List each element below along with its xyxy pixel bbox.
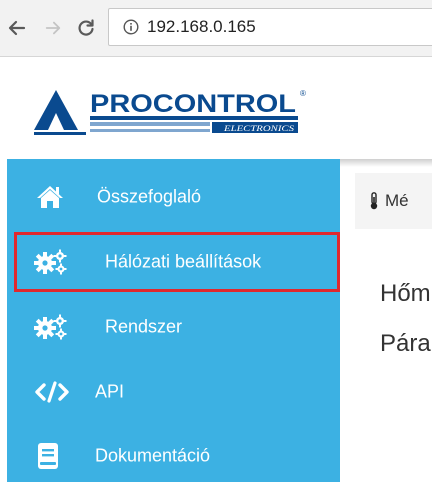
code-icon (35, 381, 69, 403)
sidebar-item-summary[interactable]: Összefoglaló (7, 170, 340, 224)
sidebar-item-label: Rendszer (105, 316, 183, 337)
sidebar-item-label: Dokumentáció (95, 445, 211, 466)
logo-brand-text: PROCONTROL (90, 90, 296, 118)
arrow-right-icon (45, 21, 61, 35)
home-icon (35, 184, 65, 210)
cogs-icon (34, 314, 68, 340)
logo-registered-mark: ® (300, 89, 306, 98)
sidebar-item-system[interactable]: Rendszer (7, 300, 340, 354)
back-button[interactable] (6, 14, 28, 42)
thermometer-icon (370, 192, 378, 210)
content-top-shadow (340, 159, 432, 167)
browser-toolbar: 192.168.0.165 (0, 0, 432, 57)
sidebar-item-api[interactable]: API (7, 365, 340, 419)
content-line-humidity: Pára (380, 330, 431, 357)
breadcrumb: Mé (355, 173, 432, 229)
content-line-temperature: Hőm (380, 280, 431, 307)
breadcrumb-text: Mé (385, 191, 409, 210)
book-icon (37, 442, 59, 470)
url-text: 192.168.0.165 (147, 17, 256, 36)
arrow-left-icon (8, 20, 26, 36)
cogs-icon (34, 249, 68, 275)
sidebar-item-documentation[interactable]: Dokumentáció (7, 429, 340, 483)
address-bar[interactable]: 192.168.0.165 (108, 8, 432, 46)
logo-sub-text: ELECTRONICS (223, 124, 294, 133)
procontrol-logo: PROCONTROL ® ELECTRONICS (34, 89, 306, 135)
reload-icon (78, 19, 94, 36)
sidebar-item-label: Hálózati beállítások (105, 251, 262, 272)
reload-button[interactable] (75, 14, 97, 42)
sidebar-item-network-settings[interactable]: Hálózati beállítások (7, 235, 340, 289)
forward-button[interactable] (42, 14, 64, 42)
info-icon[interactable] (123, 19, 139, 35)
sidebar: Összefoglaló Hálózati beállítások Rendsz… (7, 159, 340, 482)
sidebar-item-label: API (95, 381, 125, 402)
sidebar-item-label: Összefoglaló (97, 186, 202, 207)
